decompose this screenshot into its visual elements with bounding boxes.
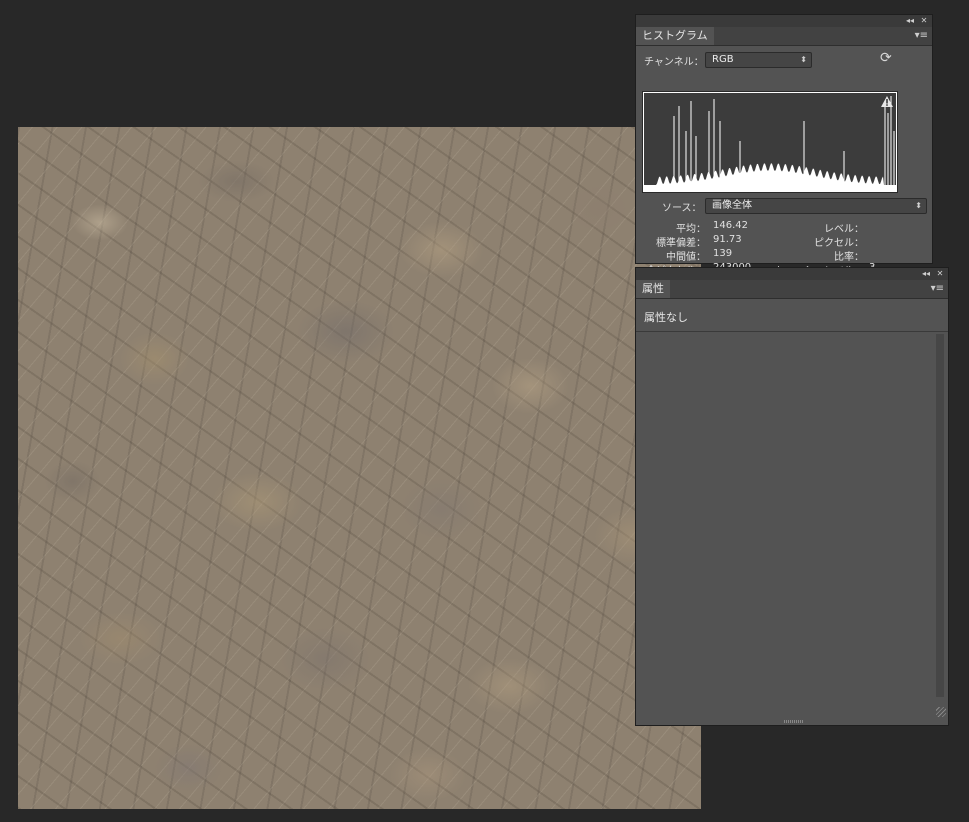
panel-titlebar[interactable]: ◂◂ ✕: [636, 268, 948, 280]
stat-stddev-value: 91.73: [713, 234, 742, 245]
source-select[interactable]: 画像全体 ⬍: [705, 198, 927, 214]
stat-median-label: 中間値：: [666, 252, 706, 263]
double-chevron-left-icon[interactable]: ◂◂: [904, 15, 916, 27]
properties-panel: ◂◂ ✕ 属性 ▾≡ 属性なし: [635, 267, 949, 726]
refresh-icon[interactable]: ⟳: [880, 50, 892, 66]
source-label: ソース：: [662, 203, 702, 214]
stat-level-label: レベル：: [824, 224, 864, 235]
tab-properties[interactable]: 属性: [636, 280, 670, 298]
histogram-svg: [644, 96, 896, 191]
double-chevron-left-icon[interactable]: ◂◂: [920, 268, 932, 280]
properties-tabbar: 属性 ▾≡: [636, 280, 948, 299]
histogram-display: [642, 91, 898, 193]
close-icon[interactable]: ✕: [934, 268, 946, 280]
panel-menu-icon[interactable]: ▾≡: [931, 283, 944, 295]
channel-select[interactable]: RGB ⬍: [705, 52, 812, 68]
histogram-fill: [644, 163, 896, 191]
panel-menu-icon[interactable]: ▾≡: [915, 30, 928, 42]
channel-select-value: RGB: [712, 54, 734, 65]
panel-titlebar[interactable]: ◂◂ ✕: [636, 15, 932, 27]
stat-percentile-label: 比率：: [834, 252, 864, 263]
warning-icon[interactable]: [881, 96, 893, 107]
stat-median-value: 139: [713, 248, 733, 259]
properties-header: 属性なし: [636, 299, 948, 332]
panel-bottom-grip[interactable]: [784, 720, 804, 723]
properties-body: [636, 332, 948, 723]
close-icon[interactable]: ✕: [918, 15, 930, 27]
no-properties-text: 属性なし: [644, 311, 688, 324]
updown-arrow-icon: ⬍: [800, 55, 807, 64]
document-canvas[interactable]: [18, 127, 701, 809]
histogram-panel: ◂◂ ✕ ヒストグラム ▾≡ チャンネル： RGB ⬍ ⟳ ソース： 画像全体 …: [635, 14, 933, 277]
stat-stddev-label: 標準偏差：: [656, 238, 706, 249]
histogram-graph: [644, 93, 896, 191]
vertical-scrollbar[interactable]: [936, 334, 944, 697]
resize-grip-icon[interactable]: [936, 707, 946, 717]
stat-pixel-label: ピクセル：: [814, 238, 864, 249]
updown-arrow-icon: ⬍: [915, 201, 922, 210]
channel-label: チャンネル：: [644, 57, 704, 68]
stat-mean-value: 146.42: [713, 220, 748, 231]
tab-histogram[interactable]: ヒストグラム: [636, 27, 714, 45]
source-select-value: 画像全体: [712, 200, 752, 211]
histogram-tabbar: ヒストグラム ▾≡: [636, 27, 932, 46]
stat-mean-label: 平均：: [676, 224, 706, 235]
